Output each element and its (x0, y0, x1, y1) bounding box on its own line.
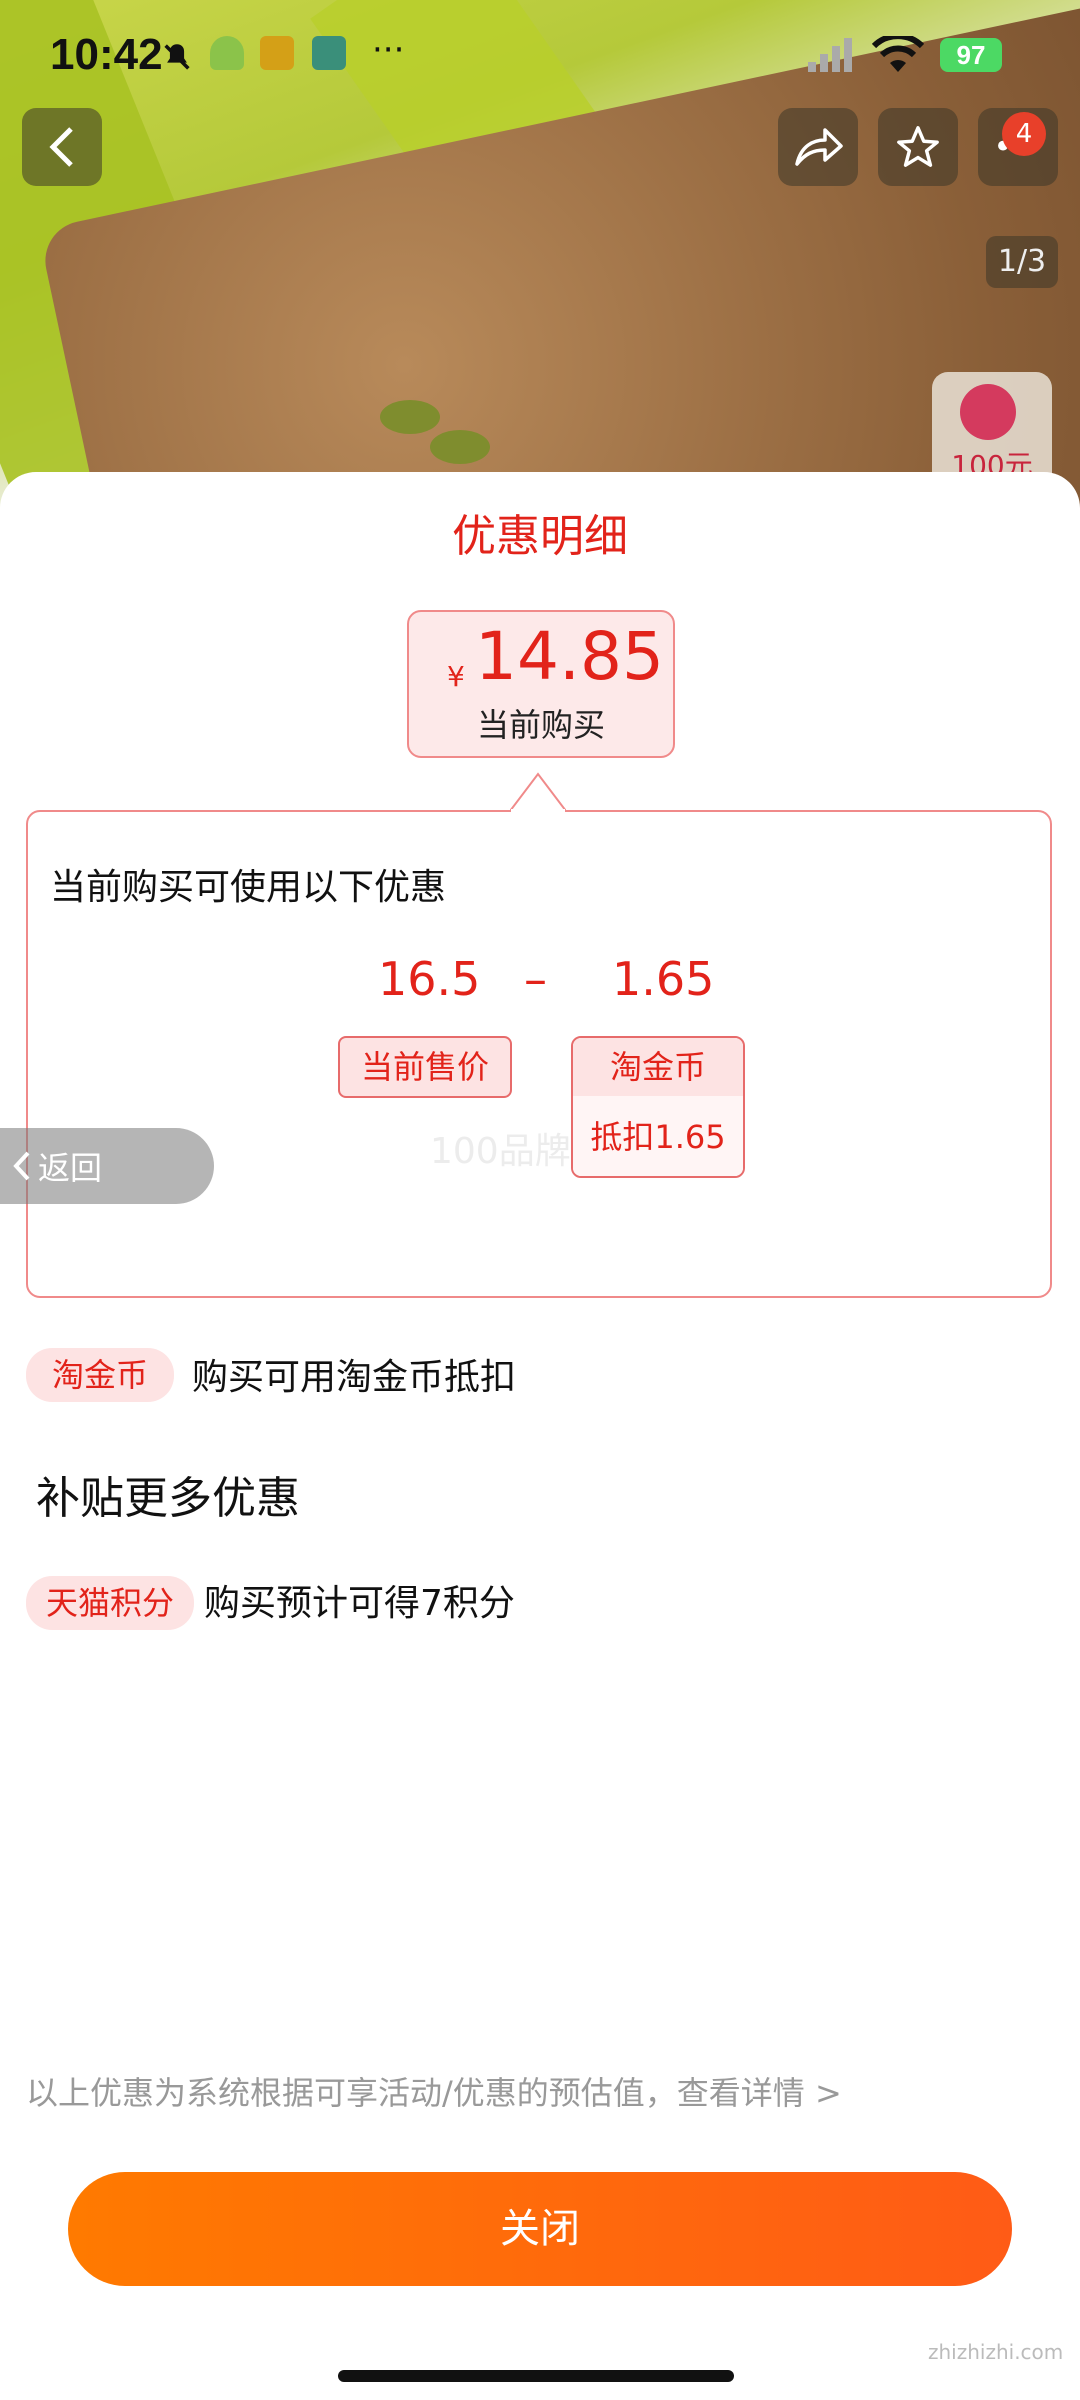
tmall-points-tag: 天猫积分 (26, 1576, 194, 1630)
footer-note-link[interactable]: 以上优惠为系统根据可享活动/优惠的预估值，查看详情 > (26, 2068, 842, 2114)
close-button[interactable]: 关闭 (68, 2172, 1012, 2286)
callout-pointer (510, 772, 566, 812)
original-price-label: 当前售价 (338, 1036, 512, 1098)
favorite-button[interactable] (878, 108, 958, 186)
taojinbi-deduction: 抵扣1.65 (573, 1096, 743, 1176)
chevron-left-icon (49, 127, 73, 167)
minus-operator: – (524, 952, 547, 1006)
android-icon (210, 36, 244, 70)
clock: 10:42 (50, 30, 163, 79)
breakdown-title: 当前购买可使用以下优惠 (50, 867, 447, 908)
current-price: 14.85 (475, 618, 664, 695)
status-bar: 10:42 ··· 97 (0, 0, 1080, 110)
taojinbi-tag: 淘金币 (26, 1348, 174, 1402)
ranking-chart-icon (960, 384, 1016, 440)
site-watermark: zhizhizhi.com (928, 2340, 1064, 2364)
image-pager: 1/3 (986, 236, 1058, 288)
current-price-label: 当前购买 (476, 706, 605, 744)
discount-detail-sheet: 优惠明细 ¥ 14.85 当前购买 当前购买可使用以下优惠 16.5 – 1.6… (0, 472, 1080, 2400)
wifi-icon (872, 36, 924, 72)
floating-back-label: 返回 (38, 1149, 103, 1187)
share-button[interactable] (778, 108, 858, 186)
more-notifications-icon: ··· (372, 30, 405, 70)
watermark: 100品牌 (430, 1131, 571, 1172)
home-indicator[interactable] (338, 2370, 734, 2382)
currency-symbol: ¥ (447, 660, 465, 693)
app-notification-icon-2 (312, 36, 346, 70)
discount-amount: 1.65 (612, 952, 715, 1006)
taojinbi-label: 淘金币 (573, 1038, 743, 1096)
mute-bell-icon (164, 44, 190, 70)
star-icon (897, 126, 939, 167)
chevron-left-icon (13, 1151, 30, 1181)
original-price: 16.5 (378, 952, 481, 1006)
sheet-title: 优惠明细 (452, 511, 628, 562)
tmall-points-row-text: 购买预计可得7积分 (204, 1583, 515, 1624)
notification-badge: 4 (1002, 112, 1046, 156)
cellular-signal-icon (808, 38, 852, 72)
back-button[interactable] (22, 108, 102, 186)
taojinbi-row-text: 购买可用淘金币抵扣 (192, 1357, 517, 1398)
section-title: 补贴更多优惠 (36, 1473, 300, 1524)
current-price-box: ¥ 14.85 当前购买 (407, 610, 675, 758)
share-icon (795, 128, 843, 166)
app-notification-icon (260, 36, 294, 70)
battery-indicator: 97 (940, 38, 1002, 72)
taojinbi-discount-box: 淘金币 抵扣1.65 (571, 1036, 745, 1178)
floating-back-button[interactable]: 返回 (0, 1128, 214, 1204)
